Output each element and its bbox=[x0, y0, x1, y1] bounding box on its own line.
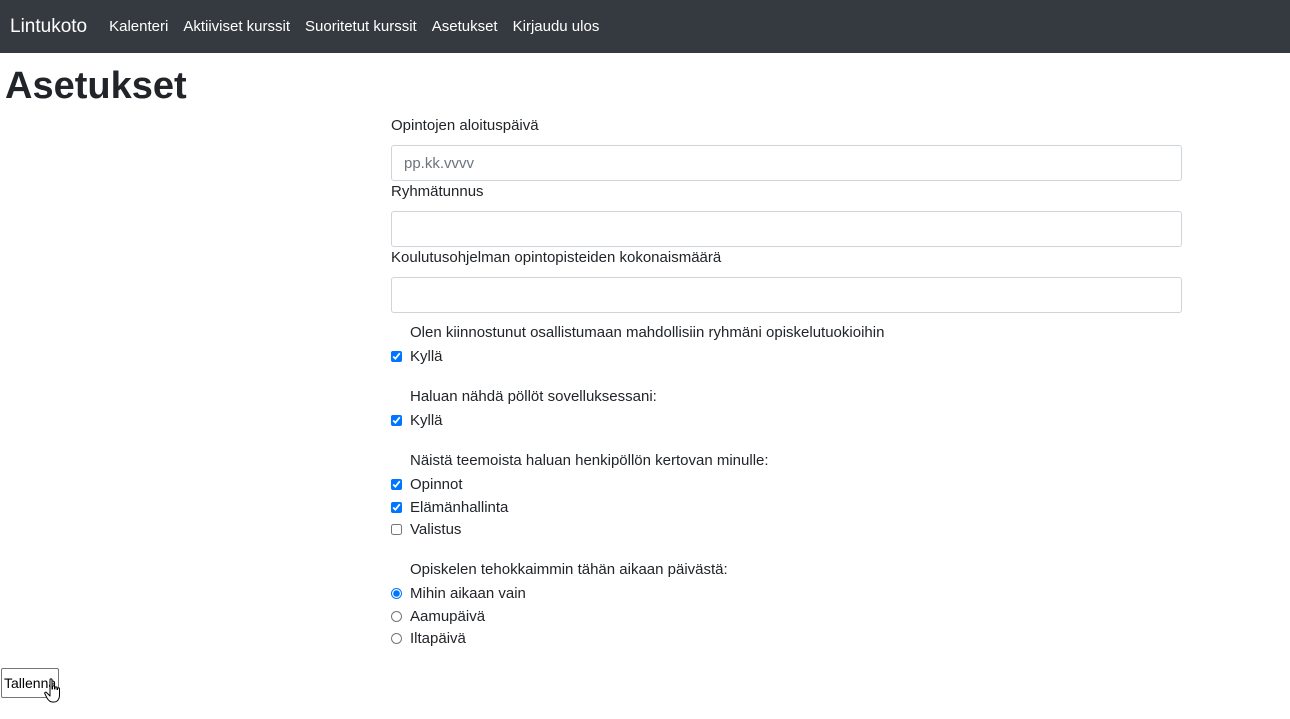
nav-link-kirjaudu-ulos[interactable]: Kirjaudu ulos bbox=[513, 18, 600, 35]
study-groups-yes-label: Kyllä bbox=[410, 347, 443, 365]
topic-elamanhallinta-label: Elämänhallinta bbox=[410, 498, 509, 516]
topic-valistus-checkbox[interactable] bbox=[391, 523, 402, 535]
nav-link-kalenteri[interactable]: Kalenteri bbox=[109, 18, 168, 35]
start-date-label: Opintojen aloituspäivä bbox=[391, 117, 539, 134]
hand-pointer-cursor-icon bbox=[44, 678, 60, 703]
study-time-morning-option[interactable]: Aamupäivä bbox=[391, 606, 485, 626]
show-owls-question: Haluan nähdä pöllöt sovelluksessani: bbox=[410, 388, 657, 405]
total-credits-label: Koulutusohjelman opintopisteiden kokonai… bbox=[391, 249, 722, 266]
brand-logo-link[interactable]: Lintukoto bbox=[10, 16, 87, 38]
show-owls-yes-option[interactable]: Kyllä bbox=[391, 410, 443, 430]
show-owls-yes-checkbox[interactable] bbox=[391, 414, 402, 426]
topic-opinnot-option[interactable]: Opinnot bbox=[391, 474, 463, 494]
topic-elamanhallinta-option[interactable]: Elämänhallinta bbox=[391, 497, 508, 517]
study-groups-yes-checkbox[interactable] bbox=[391, 350, 402, 362]
topic-opinnot-checkbox[interactable] bbox=[391, 478, 402, 490]
study-groups-yes-option[interactable]: Kyllä bbox=[391, 346, 443, 366]
study-time-afternoon-radio[interactable] bbox=[391, 632, 402, 644]
study-time-afternoon-option[interactable]: Iltapäivä bbox=[391, 628, 466, 648]
study-time-question: Opiskelen tehokkaimmin tähän aikaan päiv… bbox=[410, 561, 728, 578]
group-code-label: Ryhmätunnus bbox=[391, 183, 484, 200]
study-time-afternoon-label: Iltapäivä bbox=[410, 629, 466, 647]
show-owls-yes-label: Kyllä bbox=[410, 411, 443, 429]
study-time-anytime-label: Mihin aikaan vain bbox=[410, 584, 526, 602]
nav-link-asetukset[interactable]: Asetukset bbox=[432, 18, 498, 35]
study-groups-question: Olen kiinnostunut osallistumaan mahdolli… bbox=[410, 324, 885, 341]
start-date-input[interactable] bbox=[391, 145, 1182, 181]
study-time-morning-radio[interactable] bbox=[391, 610, 402, 622]
topic-elamanhallinta-checkbox[interactable] bbox=[391, 501, 402, 513]
topic-valistus-label: Valistus bbox=[410, 520, 462, 538]
study-time-morning-label: Aamupäivä bbox=[410, 607, 486, 625]
top-navbar: Lintukoto Kalenteri Aktiiviset kurssit S… bbox=[0, 0, 1290, 53]
topic-valistus-option[interactable]: Valistus bbox=[391, 519, 461, 539]
topics-question: Näistä teemoista haluan henkipöllön kert… bbox=[410, 452, 769, 469]
study-time-anytime-option[interactable]: Mihin aikaan vain bbox=[391, 583, 526, 603]
total-credits-input[interactable] bbox=[391, 277, 1182, 313]
nav-link-aktiiviset-kurssit[interactable]: Aktiiviset kurssit bbox=[183, 18, 290, 35]
topic-opinnot-label: Opinnot bbox=[410, 475, 463, 493]
nav-link-suoritetut-kurssit[interactable]: Suoritetut kurssit bbox=[305, 18, 417, 35]
study-time-anytime-radio[interactable] bbox=[391, 587, 402, 599]
page-title: Asetukset bbox=[5, 65, 187, 107]
group-code-input[interactable] bbox=[391, 211, 1182, 247]
